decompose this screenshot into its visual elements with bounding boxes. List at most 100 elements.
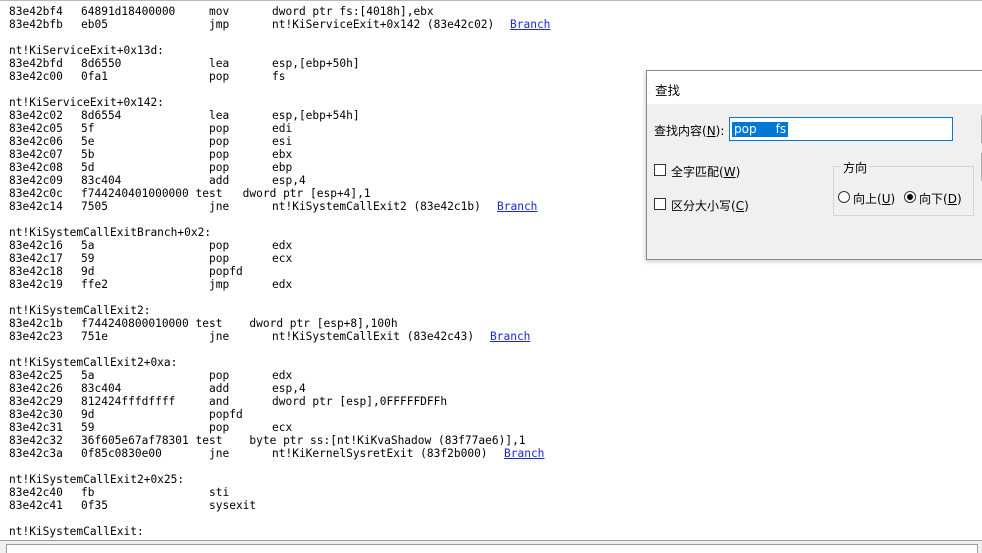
instruction-mnemonic: add	[209, 382, 230, 395]
instruction-text: 36f605e67af78301 test byte ptr ss:[nt!Ki…	[81, 434, 526, 447]
symbol-label: nt!KiSystemCallExit2+0x25:	[9, 473, 185, 486]
direction-down-radio[interactable]	[904, 191, 916, 203]
instruction-bytes: 5d	[81, 161, 95, 174]
instruction-address: 83e42c25	[9, 369, 63, 382]
instruction-mnemonic: lea	[209, 109, 230, 122]
instruction-operands: dword ptr fs:[4018h],ebx	[272, 5, 434, 18]
instruction-bytes: 8d6550	[81, 57, 122, 70]
instruction-address: 83e42c3a	[9, 447, 63, 460]
instruction-address: 83e42c30	[9, 408, 63, 421]
instruction-mnemonic: mov	[209, 5, 230, 18]
symbol-label: nt!KiServiceExit+0x13d:	[9, 44, 164, 57]
instruction-operands: esp,[ebp+50h]	[272, 57, 360, 70]
instruction-address: 83e42c17	[9, 252, 63, 265]
instruction-operands: nt!KiServiceExit+0x142 (83e42c02)	[272, 18, 495, 31]
instruction-operands: edx	[272, 278, 293, 291]
instruction-mnemonic: jne	[209, 330, 230, 343]
instruction-operands: esp,4	[272, 174, 306, 187]
instruction-mnemonic: pop	[209, 161, 230, 174]
instruction-address: 83e42c05	[9, 122, 63, 135]
instruction-mnemonic: popfd	[209, 265, 243, 278]
instruction-bytes: 64891d18400000	[81, 5, 176, 18]
instruction-address: 83e42c07	[9, 148, 63, 161]
instruction-operands: edx	[272, 239, 293, 252]
instruction-bytes: 5e	[81, 135, 95, 148]
instruction-mnemonic: popfd	[209, 408, 243, 421]
instruction-bytes: eb05	[81, 18, 108, 31]
symbol-label: nt!KiSystemCallExit2+0xa:	[9, 356, 178, 369]
symbol-label: nt!KiServiceExit+0x142:	[9, 96, 164, 109]
instruction-address: 83e42c08	[9, 161, 63, 174]
instruction-operands: ebp	[272, 161, 293, 174]
instruction-bytes: 0fa1	[81, 70, 108, 83]
command-bar	[0, 540, 982, 553]
instruction-mnemonic: jmp	[209, 18, 230, 31]
instruction-bytes: 8d6554	[81, 109, 122, 122]
symbol-label: nt!KiSystemCallExitBranch+0x2:	[9, 226, 212, 239]
instruction-operands: esp,4	[272, 382, 306, 395]
direction-up-radio[interactable]	[838, 191, 850, 203]
instruction-bytes: 0f35	[81, 499, 108, 512]
branch-link[interactable]: Branch	[504, 447, 544, 460]
instruction-bytes: 812424fffdffff	[81, 395, 176, 408]
symbol-label: nt!KiSystemCallExit2:	[9, 304, 151, 317]
branch-link[interactable]: Branch	[490, 330, 530, 343]
instruction-operands: dword ptr [esp],0FFFFFDFFh	[272, 395, 448, 408]
instruction-address: 83e42c09	[9, 174, 63, 187]
instruction-address: 83e42bfb	[9, 18, 63, 31]
instruction-address: 83e42c32	[9, 434, 63, 447]
instruction-operands: nt!KiSystemCallExit (83e42c43)	[272, 330, 475, 343]
dialog-titlebar[interactable]: 查找	[647, 71, 982, 104]
instruction-text: f744240401000000 test dword ptr [esp+4],…	[81, 187, 371, 200]
instruction-mnemonic: pop	[209, 252, 230, 265]
instruction-address: 83e42c1b	[9, 317, 63, 330]
instruction-mnemonic: pop	[209, 135, 230, 148]
instruction-bytes: 5a	[81, 369, 95, 382]
instruction-operands: ecx	[272, 421, 293, 434]
instruction-bytes: 5a	[81, 239, 95, 252]
instruction-bytes: 5f	[81, 122, 95, 135]
match-case-label[interactable]: 区分大小写(C)	[671, 197, 749, 214]
instruction-bytes: 59	[81, 252, 95, 265]
instruction-address: 83e42c02	[9, 109, 63, 122]
instruction-operands: edi	[272, 122, 293, 135]
instruction-mnemonic: lea	[209, 57, 230, 70]
direction-up-label[interactable]: 向上(U)	[853, 190, 895, 207]
find-what-input[interactable]: pop fs	[729, 117, 953, 141]
instruction-bytes: 9d	[81, 408, 95, 421]
instruction-bytes: fb	[81, 486, 95, 499]
instruction-address: 83e42bfd	[9, 57, 63, 70]
instruction-operands: ebx	[272, 148, 293, 161]
find-dialog: 查找 查找内容(N): pop fs 全字匹配(W) 区分大小写(C) 方向 向…	[646, 70, 982, 260]
branch-link[interactable]: Branch	[497, 200, 537, 213]
match-case-checkbox[interactable]	[654, 198, 666, 210]
instruction-mnemonic: sti	[209, 486, 230, 499]
instruction-bytes: 751e	[81, 330, 108, 343]
instruction-operands: ecx	[272, 252, 293, 265]
instruction-operands: nt!KiSystemCallExit2 (83e42c1b)	[272, 200, 481, 213]
instruction-text: f744240800010000 test dword ptr [esp+8],…	[81, 317, 398, 330]
instruction-bytes: 5b	[81, 148, 95, 161]
instruction-operands: nt!KiKernelSysretExit (83f2b000)	[272, 447, 488, 460]
instruction-address: 83e42c19	[9, 278, 63, 291]
instruction-address: 83e42c14	[9, 200, 63, 213]
instruction-address: 83e42c0c	[9, 187, 63, 200]
direction-down-label[interactable]: 向下(D)	[919, 190, 962, 207]
instruction-bytes: 0f85c0830e00	[81, 447, 162, 460]
instruction-mnemonic: sysexit	[209, 499, 257, 512]
dialog-title: 查找	[655, 83, 681, 98]
instruction-operands: esi	[272, 135, 293, 148]
instruction-address: 83e42c29	[9, 395, 63, 408]
instruction-address: 83e42c31	[9, 421, 63, 434]
whole-word-label[interactable]: 全字匹配(W)	[671, 163, 740, 180]
instruction-address: 83e42c18	[9, 265, 63, 278]
instruction-address: 83e42c23	[9, 330, 63, 343]
branch-link[interactable]: Branch	[510, 18, 550, 31]
instruction-operands: fs	[272, 70, 286, 83]
whole-word-checkbox[interactable]	[654, 164, 666, 176]
instruction-bytes: 83c404	[81, 382, 122, 395]
instruction-address: 83e42c40	[9, 486, 63, 499]
instruction-address: 83e42c06	[9, 135, 63, 148]
instruction-bytes: 59	[81, 421, 95, 434]
instruction-mnemonic: jmp	[209, 278, 230, 291]
